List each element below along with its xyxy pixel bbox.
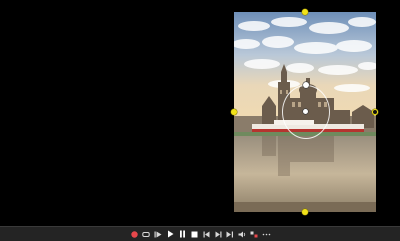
rotation-handle[interactable] [303, 82, 309, 88]
frame-advance-icon [226, 231, 233, 237]
play-icon [167, 230, 173, 238]
settings-icon [250, 231, 258, 237]
loop-icon [142, 231, 150, 237]
step-back-button[interactable] [154, 229, 163, 240]
canvas-stage [0, 0, 400, 226]
settings-button[interactable] [250, 229, 259, 240]
skip-next-button[interactable] [214, 229, 223, 240]
step-back-icon [154, 231, 162, 237]
play-button[interactable] [166, 229, 175, 240]
stop-icon [191, 231, 197, 237]
more-button[interactable] [262, 229, 271, 240]
volume-icon [238, 231, 246, 237]
record-icon [130, 230, 138, 238]
resize-handle-top[interactable] [302, 9, 308, 15]
resize-handle-right[interactable] [372, 109, 378, 115]
pivot-handle[interactable] [303, 109, 308, 114]
volume-button[interactable] [238, 229, 247, 240]
pause-icon [179, 230, 185, 238]
playback-toolbar [0, 226, 400, 241]
record-button[interactable] [130, 229, 139, 240]
resize-handle-bottom[interactable] [302, 209, 308, 215]
skip-next-icon [215, 231, 221, 237]
skip-previous-icon [203, 231, 209, 237]
more-icon [262, 233, 270, 235]
stop-button[interactable] [190, 229, 199, 240]
pause-button[interactable] [178, 229, 187, 240]
loop-button[interactable] [142, 229, 151, 240]
media-viewer-window [0, 0, 400, 241]
skip-previous-button[interactable] [202, 229, 211, 240]
resize-handle-left[interactable] [231, 109, 237, 115]
frame-advance-button[interactable] [226, 229, 235, 240]
